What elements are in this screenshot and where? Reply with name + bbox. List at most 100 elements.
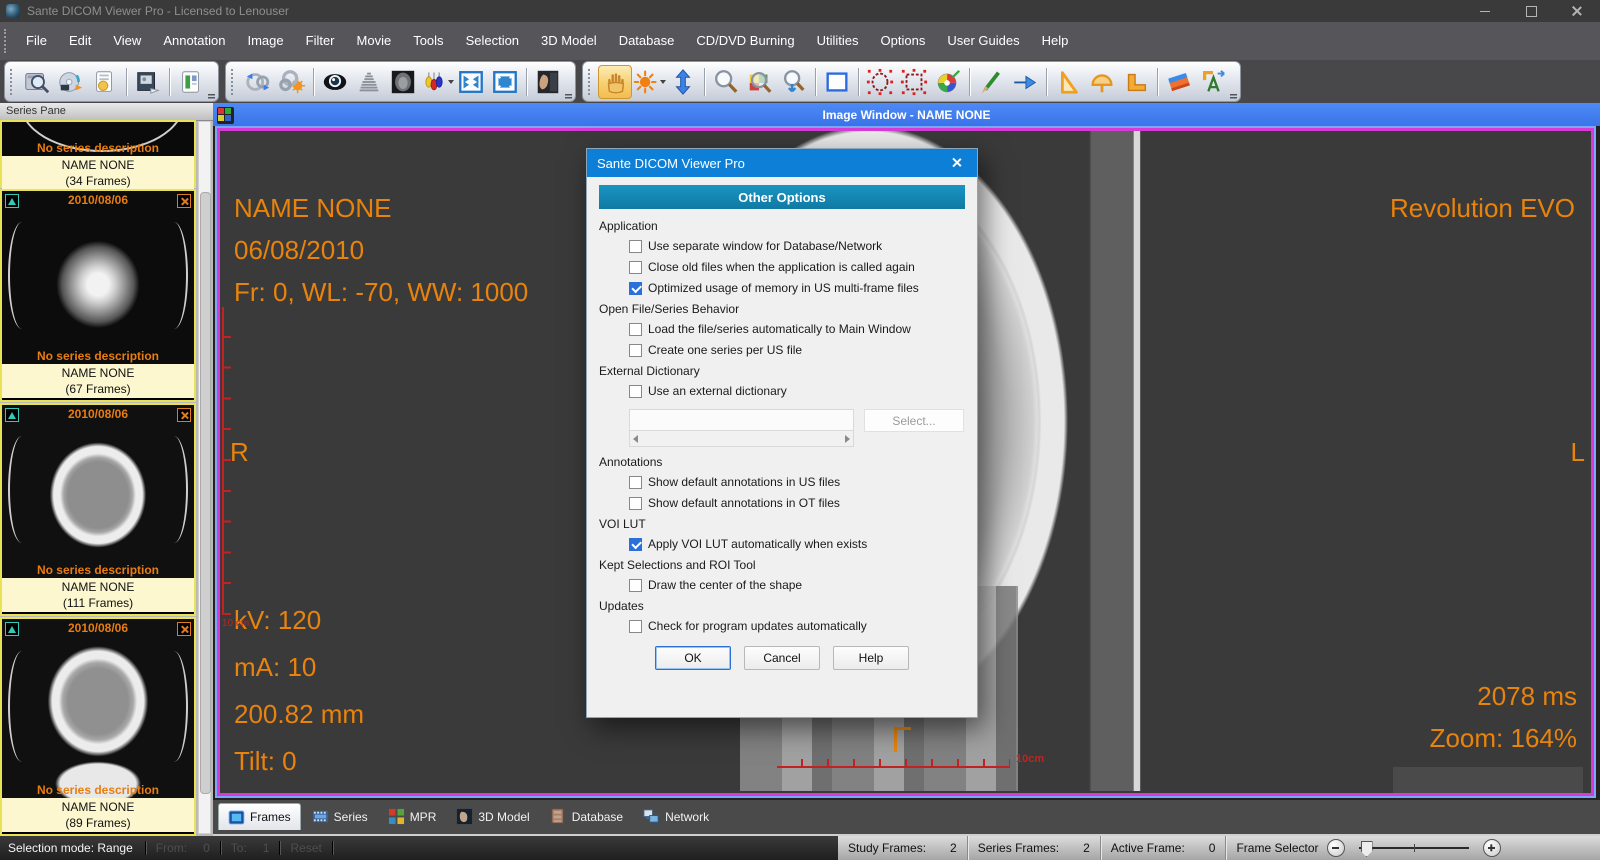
- checkbox-label[interactable]: Check for program updates automatically: [648, 619, 867, 633]
- menu-filter[interactable]: Filter: [295, 22, 346, 60]
- tab-3d-model[interactable]: 3D Model: [447, 803, 538, 830]
- tab-frames[interactable]: Frames: [218, 803, 301, 830]
- menu-selection[interactable]: Selection: [455, 22, 530, 60]
- mpr-head-button[interactable]: [386, 65, 420, 99]
- dropdown-caret-icon[interactable]: [447, 79, 454, 84]
- set-square-button[interactable]: [1051, 65, 1085, 99]
- fit-to-window-button[interactable]: [454, 65, 488, 99]
- color-palette-button[interactable]: [931, 65, 965, 99]
- auto-link-button[interactable]: [275, 65, 309, 99]
- frame-selector-thumb[interactable]: [1360, 841, 1373, 857]
- image-window-titlebar[interactable]: Image Window - NAME NONE: [213, 103, 1600, 126]
- protractor-button[interactable]: [1085, 65, 1119, 99]
- menu-cd-dvd-burning[interactable]: CD/DVD Burning: [685, 22, 805, 60]
- tab-series[interactable]: Series: [303, 803, 377, 830]
- checkbox-label[interactable]: Use an external dictionary: [648, 384, 787, 398]
- menu-movie[interactable]: Movie: [346, 22, 403, 60]
- checkbox-row[interactable]: Use separate window for Database/Network: [629, 238, 965, 254]
- dropdown-caret-icon[interactable]: [659, 79, 666, 84]
- checkbox-label[interactable]: Use separate window for Database/Network: [648, 239, 882, 253]
- print-image-button[interactable]: [131, 65, 165, 99]
- checkbox-label[interactable]: Apply VOI LUT automatically when exists: [648, 537, 867, 551]
- scroll-right-icon[interactable]: [845, 434, 850, 443]
- menu-user-guides[interactable]: User Guides: [936, 22, 1030, 60]
- checkbox-label[interactable]: Draw the center of the shape: [648, 578, 802, 592]
- close-button[interactable]: [1554, 0, 1600, 22]
- checkbox-row[interactable]: Apply VOI LUT automatically when exists: [629, 536, 965, 552]
- menu-options[interactable]: Options: [870, 22, 937, 60]
- zoom-pan-button[interactable]: [777, 65, 811, 99]
- toolbar-grip[interactable]: [231, 68, 236, 95]
- frame-selector-slider[interactable]: [1358, 841, 1469, 857]
- series-thumbnail-2[interactable]: 2010/08/06 No series description NAME NO…: [0, 189, 196, 402]
- checkbox[interactable]: [629, 322, 642, 336]
- text-annotation-button[interactable]: [1196, 65, 1230, 99]
- tab-database[interactable]: Database: [541, 803, 632, 830]
- series-pane-scrollbar[interactable]: [198, 121, 211, 834]
- series-thumbnail-4[interactable]: 2010/08/06 No series description NAME NO…: [0, 617, 196, 836]
- menu-tools[interactable]: Tools: [402, 22, 454, 60]
- reset-button[interactable]: Reset: [282, 841, 329, 855]
- checkbox-row[interactable]: Show default annotations in US files: [629, 474, 965, 490]
- checkbox[interactable]: [629, 343, 642, 357]
- menu-image[interactable]: Image: [236, 22, 294, 60]
- arrow-annotation-button[interactable]: [1008, 65, 1042, 99]
- window-level-button[interactable]: [666, 65, 700, 99]
- menu-database[interactable]: Database: [608, 22, 686, 60]
- to-value[interactable]: 1: [255, 841, 278, 855]
- checkbox-label[interactable]: Show default annotations in OT files: [648, 496, 840, 510]
- rectangle-select-button[interactable]: [820, 65, 854, 99]
- checkbox-row[interactable]: Create one series per US file: [629, 342, 965, 358]
- pan-hand-button[interactable]: [598, 64, 632, 99]
- minimize-button[interactable]: [1462, 0, 1508, 22]
- checkbox-row[interactable]: Use an external dictionary: [629, 383, 965, 399]
- open-database-button[interactable]: [20, 65, 54, 99]
- checkbox[interactable]: [629, 475, 642, 489]
- dictionary-path-input[interactable]: [629, 409, 854, 431]
- frame-next-button[interactable]: [1482, 839, 1501, 857]
- series-flag-icon[interactable]: [5, 622, 19, 636]
- checkbox[interactable]: [629, 619, 642, 633]
- scroll-left-icon[interactable]: [633, 434, 638, 443]
- dialog-titlebar[interactable]: Sante DICOM Viewer Pro: [587, 149, 977, 177]
- checkbox[interactable]: [629, 260, 642, 274]
- dictionary-path-scrollbar[interactable]: [629, 431, 854, 447]
- brightness-contrast-button[interactable]: [632, 65, 666, 99]
- menu-utilities[interactable]: Utilities: [806, 22, 870, 60]
- ellipse-roi-button[interactable]: [863, 65, 897, 99]
- checkbox-label[interactable]: Create one series per US file: [648, 343, 802, 357]
- checkbox[interactable]: [629, 239, 642, 253]
- menu-help[interactable]: Help: [1031, 22, 1080, 60]
- series-close-icon[interactable]: [177, 194, 191, 208]
- cancel-button[interactable]: Cancel: [744, 646, 820, 670]
- ok-button[interactable]: OK: [655, 646, 731, 670]
- checkbox-row[interactable]: Check for program updates automatically: [629, 618, 965, 634]
- tab-mpr[interactable]: MPR: [379, 803, 446, 830]
- tab-network[interactable]: Network: [634, 803, 718, 830]
- angle-ruler-button[interactable]: [1119, 65, 1153, 99]
- help-button[interactable]: Help: [833, 646, 909, 670]
- toolbar-grip[interactable]: [588, 68, 593, 95]
- menu-3d-model[interactable]: 3D Model: [530, 22, 608, 60]
- maximize-button[interactable]: [1508, 0, 1554, 22]
- checkbox-label[interactable]: Show default annotations in US files: [648, 475, 840, 489]
- series-thumbnail-3[interactable]: 2010/08/06 No series description NAME NO…: [0, 403, 196, 616]
- from-value[interactable]: 0: [195, 841, 218, 855]
- series-flag-icon[interactable]: [5, 408, 19, 422]
- select-dictionary-button[interactable]: Select...: [864, 409, 964, 432]
- series-thumbnail-1[interactable]: No series description NAME NONE (34 Fram…: [0, 120, 196, 190]
- checkbox-row[interactable]: Show default annotations in OT files: [629, 495, 965, 511]
- eraser-button[interactable]: [1162, 65, 1196, 99]
- zoom-button[interactable]: [709, 65, 743, 99]
- menubar-grip[interactable]: [4, 29, 10, 53]
- checkbox[interactable]: [629, 281, 642, 295]
- hanging-protocol-button[interactable]: [420, 65, 454, 99]
- series-flag-icon[interactable]: [5, 194, 19, 208]
- pencil-button[interactable]: [974, 65, 1008, 99]
- series-close-icon[interactable]: [177, 622, 191, 636]
- checkbox-row[interactable]: Optimized usage of memory in US multi-fr…: [629, 280, 965, 296]
- toolbar-grip[interactable]: [10, 68, 15, 95]
- checkbox-label[interactable]: Load the file/series automatically to Ma…: [648, 322, 911, 336]
- checkbox[interactable]: [629, 384, 642, 398]
- series-pane-scrollbar-thumb[interactable]: [200, 192, 211, 794]
